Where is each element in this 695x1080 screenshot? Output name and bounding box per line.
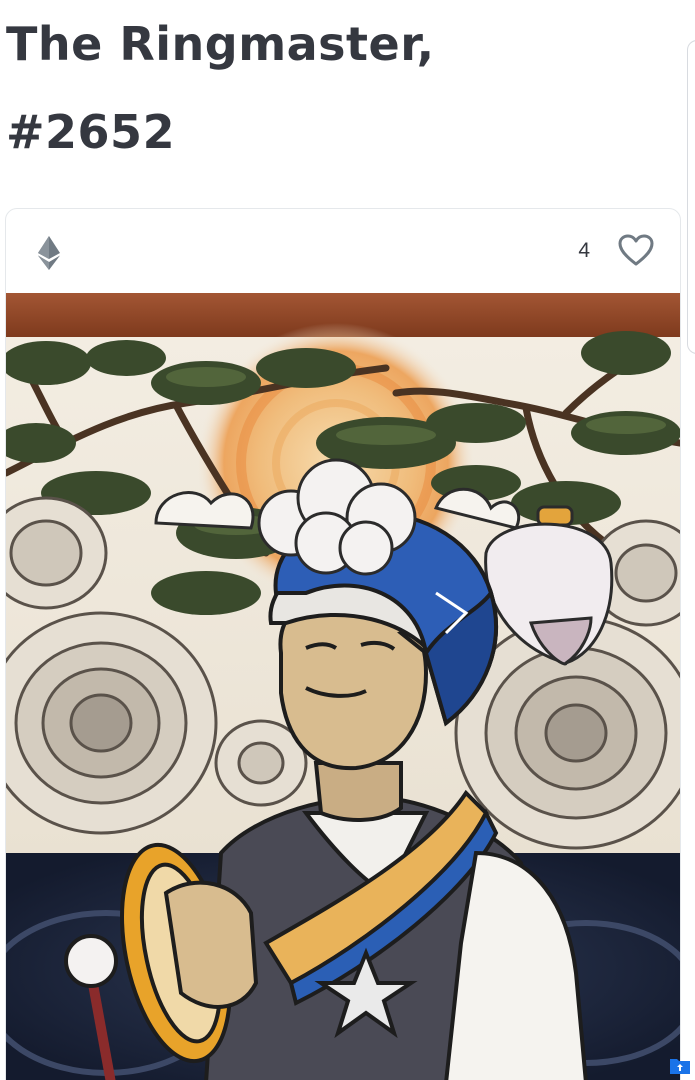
- asset-title: The Ringmaster, #2652: [6, 0, 606, 176]
- asset-title-line-2: #2652: [6, 105, 176, 159]
- card-header: 4: [6, 209, 680, 293]
- nft-artwork[interactable]: [6, 293, 680, 1080]
- folder-upload-icon[interactable]: [669, 1055, 691, 1075]
- asset-page: The Ringmaster, #2652 4: [0, 0, 695, 1080]
- favorite-count: 4: [578, 239, 590, 262]
- asset-title-line-1: The Ringmaster,: [6, 17, 435, 71]
- artwork-illustration: [6, 293, 680, 1080]
- ethereum-icon: [38, 236, 60, 270]
- heart-icon[interactable]: [618, 233, 654, 269]
- asset-media-card: 4: [5, 208, 681, 1080]
- adjacent-panel-edge: [687, 40, 695, 354]
